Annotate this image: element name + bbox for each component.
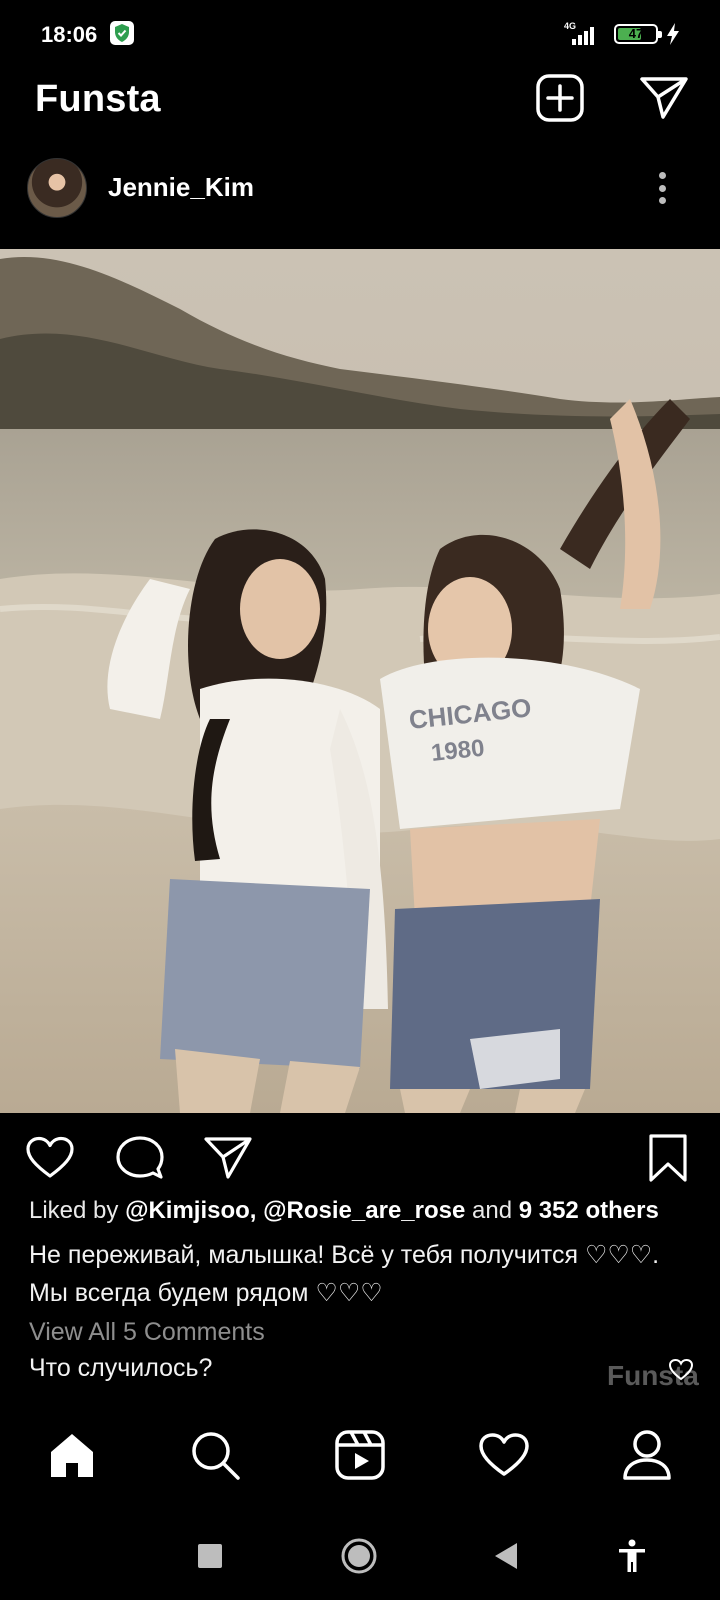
app-title: Funsta [35, 78, 161, 120]
nav-home[interactable] [39, 1422, 105, 1488]
back-icon [495, 1543, 517, 1569]
bottom-nav [0, 1410, 720, 1500]
shield-check-icon [110, 21, 134, 45]
comment-like-button[interactable] [668, 1358, 694, 1382]
home-icon [51, 1434, 93, 1477]
add-post-icon [536, 74, 584, 122]
likes-users[interactable]: @Kimjisoo, @Rosie_are_rose [125, 1197, 465, 1224]
system-nav [0, 1510, 720, 1600]
accessibility-button[interactable] [608, 1532, 656, 1580]
bookmark-icon [649, 1134, 687, 1182]
system-back-button[interactable] [482, 1532, 530, 1580]
direct-messages-button[interactable] [636, 70, 692, 126]
signal-icon: 4G [560, 21, 606, 47]
post-caption: Не переживай, малышка! Всё у тебя получи… [29, 1241, 660, 1307]
likes-others[interactable]: 9 352 others [519, 1197, 659, 1224]
heart-icon [26, 1136, 74, 1178]
reels-icon [335, 1430, 385, 1480]
post-header: Jennie_Kim [0, 156, 720, 226]
share-icon [204, 1137, 252, 1179]
nav-profile[interactable] [614, 1422, 680, 1488]
more-dot-icon [658, 172, 666, 179]
activity-heart-icon [479, 1433, 529, 1476]
share-button[interactable] [200, 1130, 256, 1186]
recents-icon [198, 1544, 222, 1568]
direct-message-icon [640, 77, 688, 119]
likes-connector: and [472, 1197, 513, 1224]
home-circle-icon [341, 1538, 377, 1574]
recents-button[interactable] [186, 1532, 234, 1580]
nav-reels[interactable] [327, 1422, 393, 1488]
view-comments-link[interactable]: View All 5 Comments [29, 1318, 265, 1347]
more-dot-icon [658, 197, 666, 204]
nav-activity[interactable] [471, 1422, 537, 1488]
post-image[interactable]: CHICAGO 1980 [0, 249, 720, 1113]
battery-level: 47 [628, 26, 644, 41]
post-options-button[interactable] [650, 166, 674, 210]
nav-search[interactable] [182, 1422, 248, 1488]
comment-button[interactable] [112, 1130, 168, 1186]
profile-icon [623, 1430, 671, 1480]
likes-summary: Liked by @Kimjisoo, @Rosie_are_rose and … [29, 1195, 699, 1227]
more-dot-icon [658, 184, 666, 192]
search-icon [192, 1432, 240, 1480]
post-username[interactable]: Jennie_Kim [108, 172, 254, 203]
svg-text:1980: 1980 [430, 735, 486, 767]
comment-text: Что случилось? [29, 1354, 213, 1382]
post-actions [0, 1124, 720, 1194]
battery-icon: 47 [614, 24, 662, 44]
charging-bolt-icon [667, 23, 679, 45]
comment-icon [116, 1136, 164, 1179]
avatar[interactable] [27, 158, 87, 218]
save-button[interactable] [640, 1130, 696, 1186]
system-home-button[interactable] [335, 1532, 383, 1580]
status-time: 18:06 [41, 22, 98, 47]
new-post-button[interactable] [532, 70, 588, 126]
heart-icon [668, 1358, 694, 1381]
status-right-group: 4G 47 [560, 20, 680, 48]
like-button[interactable] [22, 1130, 78, 1186]
status-bar: 18:06 4G 47 [0, 0, 720, 70]
accessibility-icon [619, 1539, 645, 1572]
likes-prefix: Liked by [29, 1197, 119, 1224]
app-header: Funsta [0, 70, 720, 130]
